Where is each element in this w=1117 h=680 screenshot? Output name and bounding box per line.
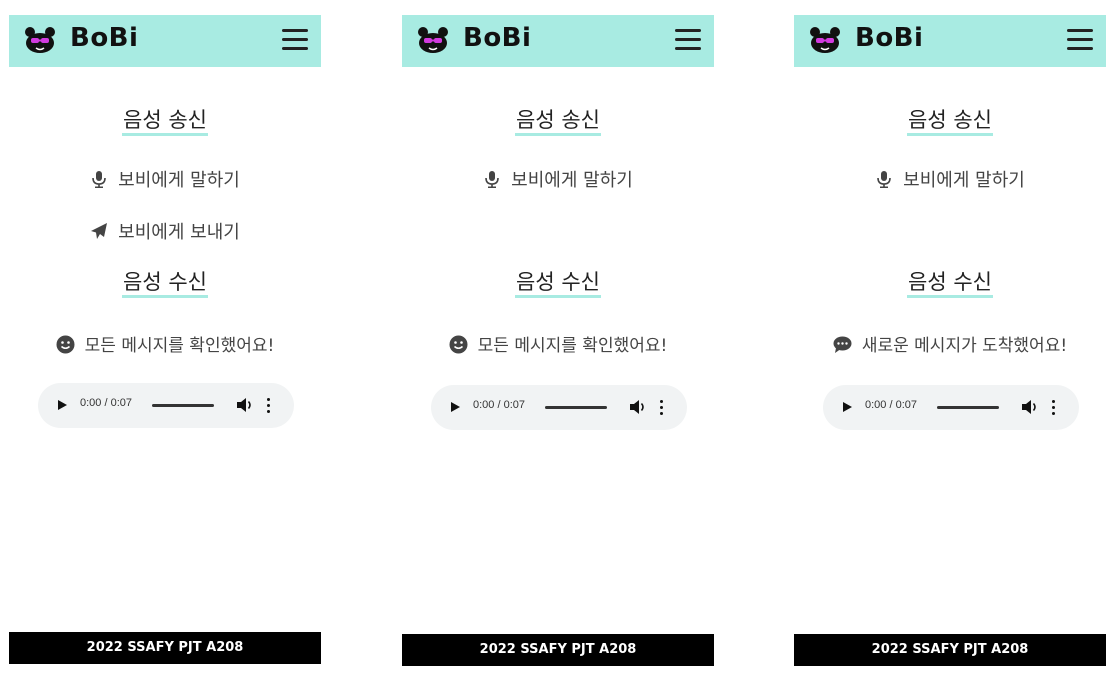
play-icon[interactable] <box>451 402 460 412</box>
microphone-icon <box>92 171 106 188</box>
hamburger-icon <box>1067 29 1093 32</box>
audio-player: 0:00 / 0:07 <box>38 383 294 428</box>
brand-title[interactable]: BoBi <box>70 23 138 53</box>
menu-button[interactable] <box>282 28 308 52</box>
receive-section-title: 음성 수신 <box>9 270 321 299</box>
bobi-face-icon[interactable] <box>810 26 840 54</box>
status-text: 모든 메시지를 확인했어요! <box>84 336 275 356</box>
footer: 2022 SSAFY PJT A208 <box>794 634 1106 666</box>
talk-to-bobi-button[interactable]: 보비에게 말하기 <box>9 166 321 192</box>
audio-time: 0:00 / 0:07 <box>80 397 132 409</box>
app-header: BoBi <box>9 15 321 67</box>
play-icon[interactable] <box>843 402 852 412</box>
audio-progress-slider[interactable] <box>545 406 607 409</box>
brand-title[interactable]: BoBi <box>855 23 923 53</box>
hamburger-icon <box>675 29 701 32</box>
send-section-title: 음성 송신 <box>794 108 1106 137</box>
footer: 2022 SSAFY PJT A208 <box>402 634 714 666</box>
message-status: 모든 메시지를 확인했어요! <box>402 331 714 356</box>
phone-screen-3: BoBi 음성 송신 보비에게 말하기 음성 수신 새로운 메시지가 도착했어요… <box>794 0 1106 680</box>
volume-icon[interactable] <box>1021 399 1039 415</box>
receive-section-title: 음성 수신 <box>794 270 1106 299</box>
volume-icon[interactable] <box>236 397 254 413</box>
message-status: 모든 메시지를 확인했어요! <box>9 331 321 356</box>
audio-player: 0:00 / 0:07 <box>823 385 1079 430</box>
paper-plane-icon <box>91 223 108 239</box>
bobi-face-icon[interactable] <box>418 26 448 54</box>
audio-time: 0:00 / 0:07 <box>473 399 525 411</box>
brand-title[interactable]: BoBi <box>463 23 531 53</box>
volume-icon[interactable] <box>629 399 647 415</box>
footer: 2022 SSAFY PJT A208 <box>9 632 321 664</box>
microphone-icon <box>877 171 891 188</box>
menu-button[interactable] <box>1067 28 1093 52</box>
status-text: 모든 메시지를 확인했어요! <box>477 336 668 356</box>
audio-player: 0:00 / 0:07 <box>431 385 687 430</box>
message-status: 새로운 메시지가 도착했어요! <box>794 331 1106 356</box>
microphone-icon <box>485 171 499 188</box>
more-options-icon[interactable] <box>1051 398 1057 416</box>
phone-screen-2: BoBi 음성 송신 보비에게 말하기 음성 수신 모든 메시지를 확인했어요!… <box>402 0 714 680</box>
status-text: 새로운 메시지가 도착했어요! <box>861 336 1068 356</box>
talk-label: 보비에게 말하기 <box>118 170 240 191</box>
send-label: 보비에게 보내기 <box>118 222 240 243</box>
talk-to-bobi-button[interactable]: 보비에게 말하기 <box>402 166 714 192</box>
app-header: BoBi <box>402 15 714 67</box>
hamburger-icon <box>282 29 308 32</box>
play-icon[interactable] <box>58 400 67 410</box>
app-header: BoBi <box>794 15 1106 67</box>
menu-button[interactable] <box>675 28 701 52</box>
more-options-icon[interactable] <box>266 396 272 414</box>
bobi-face-icon[interactable] <box>25 26 55 54</box>
send-section-title: 음성 송신 <box>402 108 714 137</box>
more-options-icon[interactable] <box>659 398 665 416</box>
chat-bubble-icon <box>833 336 852 353</box>
audio-progress-slider[interactable] <box>152 404 214 407</box>
talk-to-bobi-button[interactable]: 보비에게 말하기 <box>794 166 1106 192</box>
send-to-bobi-button[interactable]: 보비에게 보내기 <box>9 218 321 244</box>
talk-label: 보비에게 말하기 <box>511 170 633 191</box>
audio-time: 0:00 / 0:07 <box>865 399 917 411</box>
receive-section-title: 음성 수신 <box>402 270 714 299</box>
phone-screen-1: BoBi 음성 송신 보비에게 말하기 보비에게 보내기 음성 수신 모든 메시… <box>9 0 321 680</box>
smile-icon <box>56 335 75 354</box>
smile-icon <box>449 335 468 354</box>
send-section-title: 음성 송신 <box>9 108 321 137</box>
audio-progress-slider[interactable] <box>937 406 999 409</box>
talk-label: 보비에게 말하기 <box>903 170 1025 191</box>
